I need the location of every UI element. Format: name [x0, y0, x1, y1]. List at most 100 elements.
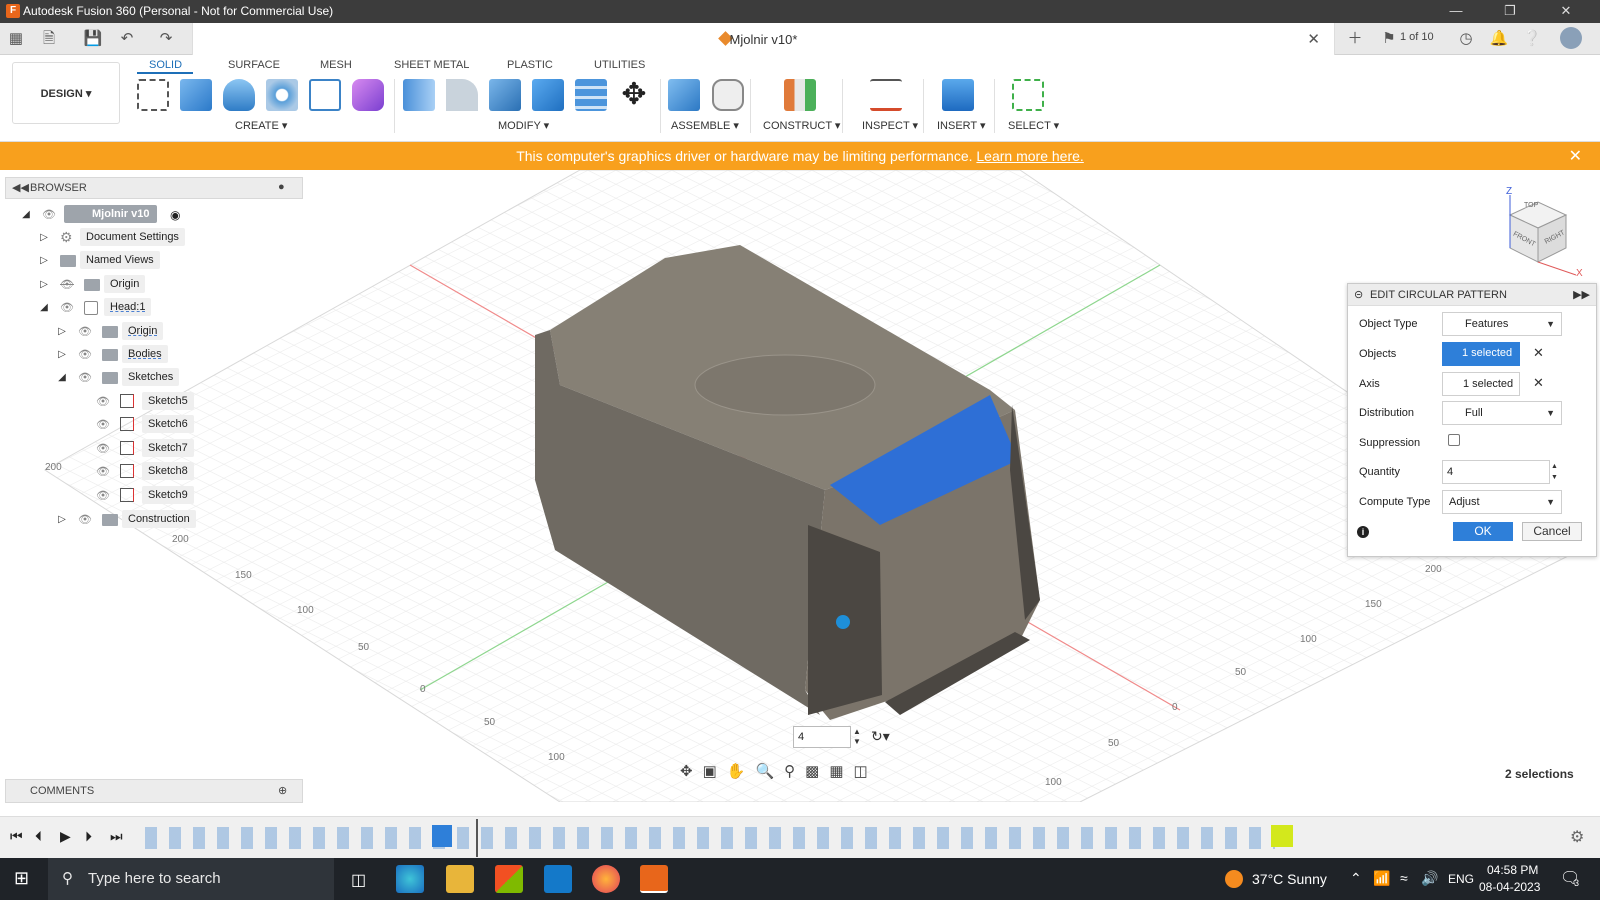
joint-icon[interactable]: [712, 79, 744, 111]
form-icon[interactable]: [352, 79, 384, 111]
fit-icon[interactable]: ⚲: [784, 763, 805, 780]
file-explorer-icon[interactable]: [446, 865, 474, 893]
timeline-end-feature[interactable]: [1271, 825, 1293, 847]
avatar[interactable]: [1560, 27, 1582, 49]
insert-image-icon[interactable]: [942, 79, 974, 111]
learn-more-link[interactable]: Learn more here.: [976, 148, 1083, 164]
compute-type-dropdown[interactable]: Adjust ▼: [1442, 490, 1562, 514]
shell-icon[interactable]: [489, 79, 521, 111]
hidden-eye-icon[interactable]: 👁: [60, 279, 74, 291]
document-tab[interactable]: Mjolnir v10* ✕: [192, 23, 1335, 55]
expand-triangle-icon[interactable]: ◢: [56, 372, 68, 384]
full-circle-icon[interactable]: ↻▾: [871, 728, 890, 745]
extrude-icon[interactable]: [180, 79, 212, 111]
microsoft-store-icon[interactable]: [495, 865, 523, 893]
workspace-switcher[interactable]: DESIGN ▾: [12, 62, 120, 124]
new-component-icon[interactable]: [668, 79, 700, 111]
weather-text[interactable]: 37°C Sunny: [1252, 871, 1327, 887]
ok-button[interactable]: OK: [1453, 522, 1513, 541]
tab-utilities[interactable]: UTILITIES: [594, 59, 645, 71]
pan-icon[interactable]: ✋: [727, 763, 756, 780]
redo-icon[interactable]: ↷: [155, 29, 177, 49]
wifi-icon[interactable]: ≈: [1400, 870, 1408, 886]
job-status-icon[interactable]: ⚑: [1378, 29, 1400, 49]
hidden-eye-icon[interactable]: 👁: [96, 396, 110, 408]
construct-group-label[interactable]: CONSTRUCT ▾: [763, 119, 840, 132]
select-box-icon[interactable]: [1012, 79, 1044, 111]
objects-selector[interactable]: 1 selected: [1442, 342, 1520, 366]
press-pull-icon[interactable]: [403, 79, 435, 111]
cancel-button[interactable]: Cancel: [1522, 522, 1582, 541]
fillet-icon[interactable]: [446, 79, 478, 111]
clock-icon[interactable]: ◷: [1455, 29, 1477, 49]
add-comment-icon[interactable]: ⊕: [278, 784, 287, 797]
expand-triangle-icon[interactable]: ▷: [56, 349, 68, 361]
inspect-group-label[interactable]: INSPECT ▾: [862, 119, 918, 132]
minimize-icon[interactable]: —: [1443, 2, 1469, 20]
quantity-input[interactable]: 4: [1442, 460, 1550, 484]
undo-icon[interactable]: ↶: [116, 29, 138, 49]
play-icon[interactable]: ▶: [60, 828, 71, 845]
expand-triangle-icon[interactable]: ▷: [38, 232, 50, 244]
dialog-header[interactable]: ⊝ EDIT CIRCULAR PATTERN ▶▶: [1348, 284, 1596, 306]
hidden-eye-icon[interactable]: 👁: [96, 466, 110, 478]
mail-icon[interactable]: [544, 865, 572, 893]
activate-radio-icon[interactable]: ◉: [170, 208, 180, 222]
timeline-active-feature[interactable]: [432, 825, 452, 847]
task-view-icon[interactable]: ◫: [351, 870, 366, 890]
orbit-icon[interactable]: ✥: [680, 763, 703, 780]
file-menu-icon[interactable]: 🗎: [38, 29, 60, 49]
close-banner-icon[interactable]: ✕: [1569, 146, 1582, 166]
timeline-marker[interactable]: [476, 819, 478, 857]
volume-icon[interactable]: 🔊: [1421, 870, 1438, 887]
create-group-label[interactable]: CREATE ▾: [235, 119, 287, 132]
display-settings-icon[interactable]: ▩: [805, 763, 829, 780]
go-to-end-icon[interactable]: ⏭: [110, 828, 123, 845]
visibility-eye-icon[interactable]: 👁: [78, 372, 92, 384]
hidden-eye-icon[interactable]: 👁: [78, 326, 92, 338]
clear-objects-icon[interactable]: ✕: [1533, 345, 1544, 361]
select-group-label[interactable]: SELECT ▾: [1008, 119, 1059, 132]
combine-icon[interactable]: [532, 79, 564, 111]
browser-pin-icon[interactable]: ●: [278, 181, 285, 193]
revolve-icon[interactable]: [223, 79, 255, 111]
save-icon[interactable]: 💾: [82, 29, 104, 49]
hole-icon[interactable]: [266, 79, 298, 111]
viewports-icon[interactable]: ◫: [854, 763, 878, 780]
expand-triangle-icon[interactable]: ▷: [38, 279, 50, 291]
step-forward-icon[interactable]: ⏵: [85, 828, 92, 845]
visibility-eye-icon[interactable]: 👁: [42, 209, 56, 221]
distribution-dropdown[interactable]: Full ▼: [1442, 401, 1562, 425]
network-icon[interactable]: 📶: [1373, 870, 1390, 887]
object-type-dropdown[interactable]: Features ▼: [1442, 312, 1562, 336]
language-indicator[interactable]: ENG: [1448, 872, 1474, 886]
weather-sun-icon[interactable]: [1225, 870, 1243, 888]
visibility-eye-icon[interactable]: 👁: [78, 514, 92, 526]
view-cube[interactable]: TOP FRONT RIGHT Z X: [1488, 186, 1588, 280]
expand-triangle-icon[interactable]: ▷: [38, 255, 50, 267]
view-cube-top[interactable]: TOP: [1524, 202, 1538, 209]
close-window-icon[interactable]: ✕: [1553, 2, 1579, 20]
visibility-eye-icon[interactable]: 👁: [78, 349, 92, 361]
step-back-icon[interactable]: ⏴: [35, 828, 42, 845]
expand-triangle-icon[interactable]: ◢: [38, 302, 50, 314]
tab-surface[interactable]: SURFACE: [228, 59, 280, 71]
taskbar-search[interactable]: ⚲ Type here to search: [48, 858, 334, 900]
expand-triangle-icon[interactable]: ◢: [20, 209, 32, 221]
notification-bell-icon[interactable]: 🔔: [1488, 29, 1510, 49]
tab-plastic[interactable]: PLASTIC: [507, 59, 553, 71]
clock-time[interactable]: 04:58 PM: [1487, 863, 1538, 877]
tab-solid[interactable]: SOLID: [149, 59, 182, 71]
close-tab-icon[interactable]: ✕: [1307, 30, 1320, 48]
look-at-icon[interactable]: ▣: [703, 763, 727, 780]
expand-triangle-icon[interactable]: ▷: [56, 514, 68, 526]
hidden-eye-icon[interactable]: 👁: [96, 419, 110, 431]
firefox-icon[interactable]: [592, 865, 620, 893]
grid-settings-icon[interactable]: ▦: [829, 763, 853, 780]
clear-axis-icon[interactable]: ✕: [1533, 375, 1544, 391]
move-icon[interactable]: ✥: [618, 79, 650, 111]
new-tab-icon[interactable]: ＋: [1344, 29, 1366, 49]
timeline-settings-gear-icon[interactable]: ⚙: [1570, 827, 1584, 847]
modify-group-label[interactable]: MODIFY ▾: [498, 119, 549, 132]
hidden-eye-icon[interactable]: 👁: [96, 490, 110, 502]
